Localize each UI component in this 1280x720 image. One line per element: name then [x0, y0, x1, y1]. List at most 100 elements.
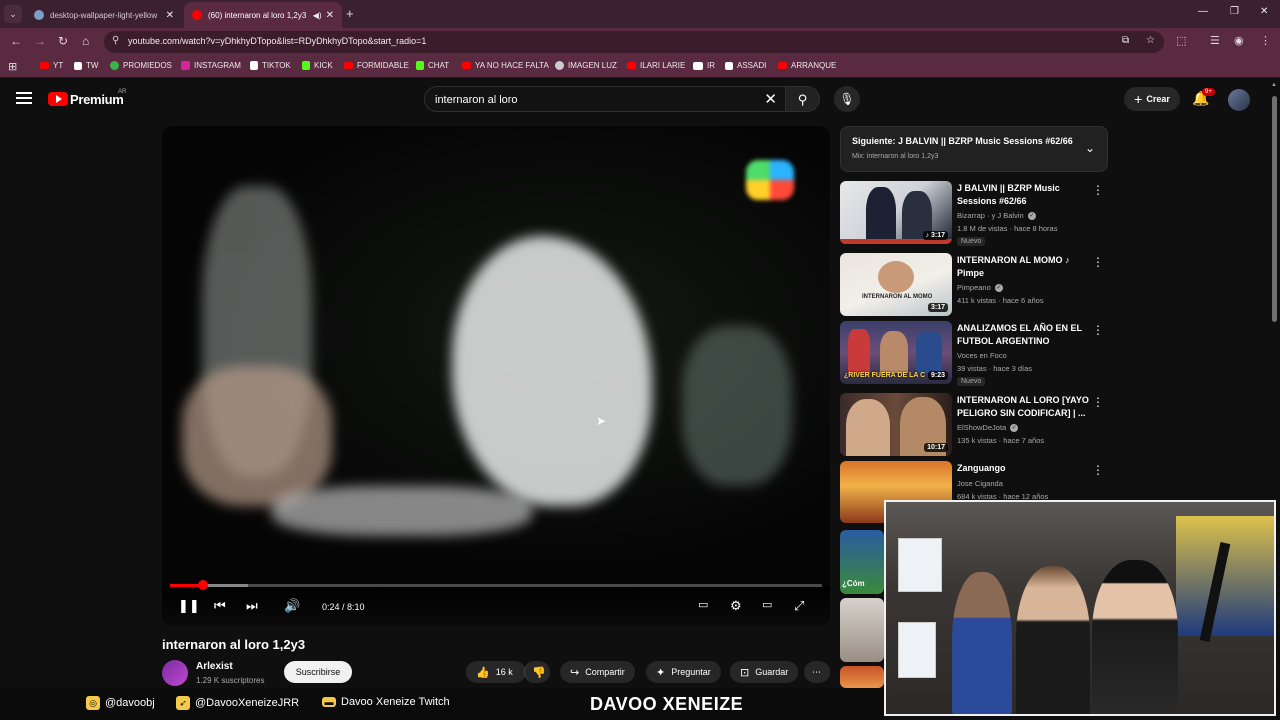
browser-menu-icon[interactable]: ⋮ [1260, 34, 1271, 47]
subtitles-icon[interactable]: ▭ [698, 598, 708, 611]
bookmark-tw[interactable]: TW [74, 61, 98, 70]
profile-icon[interactable]: ◉ [1234, 34, 1244, 47]
channel-avatar[interactable] [162, 660, 188, 686]
video-player[interactable]: ❚❚ ⏮ ⏭ 🔊 0:24 / 8:10 ▭ ⚙ ▭ ⤢ ➤ [162, 126, 830, 626]
up-next-panel[interactable]: Siguiente: J BALVIN || BZRP Music Sessio… [840, 126, 1108, 172]
site-info-icon[interactable]: ⚲ [112, 35, 119, 46]
recommendation-title[interactable]: J BALVIN || BZRP Music Sessions #62/66 [957, 182, 1093, 208]
bookmark-ilari-larie[interactable]: ILARI LARIE [627, 61, 685, 70]
bookmark-instagram[interactable]: INSTAGRAM [181, 61, 241, 70]
scrollbar-thumb[interactable] [1272, 96, 1277, 322]
recommendation-item[interactable]: ♪ 3:17 J BALVIN || BZRP Music Sessions #… [840, 181, 1108, 247]
recommendation-item[interactable]: ¿RIVER FUERA DE LA C 9:23 ANALIZAMOS EL … [840, 321, 1108, 387]
search-query[interactable]: internaron al loro [435, 94, 518, 106]
recommendation-title[interactable]: ANALIZAMOS EL AÑO EN EL FUTBOL ARGENTINO… [957, 322, 1093, 348]
theater-mode-icon[interactable]: ▭ [762, 598, 772, 611]
video-thumbnail[interactable]: 10:17 [840, 393, 952, 456]
more-actions-button[interactable]: ⋯ [804, 661, 830, 683]
video-thumbnail[interactable] [840, 666, 884, 688]
channel-name[interactable]: Arlexist [196, 661, 233, 672]
cast-icon[interactable]: ⧉ [1122, 35, 1129, 46]
browser-tab[interactable]: desktop-wallpaper-light-yellow ✕ [26, 2, 182, 28]
reading-list-icon[interactable]: ☰ [1210, 34, 1220, 47]
ask-button[interactable]: ✦ Preguntar [646, 661, 721, 683]
bookmark-kick[interactable]: KICK [302, 61, 333, 70]
share-button[interactable]: ↪ Compartir [560, 661, 635, 683]
previous-icon[interactable]: ⏮ [214, 598, 226, 614]
minimize-icon[interactable]: — [1198, 6, 1208, 17]
recommendation-title[interactable]: Zanguango [957, 462, 1093, 475]
search-input[interactable]: internaron al loro ✕ [424, 86, 786, 112]
scrubber-handle[interactable] [197, 580, 208, 590]
back-icon[interactable]: ← [10, 34, 22, 48]
recommendation-item[interactable]: INTERNARON AL MOMO 3:17 INTERNARON AL MO… [840, 253, 1108, 319]
recommendation-channel[interactable]: Jose Ciganda [957, 479, 1003, 488]
youtube-logo-icon[interactable] [48, 92, 68, 106]
restore-icon[interactable]: ❐ [1230, 6, 1239, 17]
bookmark-ir[interactable]: IR [693, 61, 715, 70]
bookmark-chat[interactable]: CHAT [416, 61, 449, 70]
create-button[interactable]: + Crear [1124, 87, 1180, 111]
bookmark-star-icon[interactable]: ☆ [1146, 35, 1155, 46]
bookmark-imagen-luz[interactable]: IMAGEN LUZ [555, 61, 617, 70]
recommendation-channel[interactable]: Voces en Foco [957, 351, 1007, 360]
forward-icon[interactable]: → [34, 34, 46, 48]
bookmark-tiktok[interactable]: TIKTOK [250, 61, 291, 70]
reload-icon[interactable]: ↻ [58, 34, 68, 48]
settings-gear-icon[interactable]: ⚙ [730, 598, 742, 614]
url-text[interactable]: youtube.com/watch?v=yDhkhyDTopo&list=RDy… [128, 36, 426, 46]
bookmark-assadi[interactable]: ASSADI [725, 61, 766, 70]
account-avatar[interactable] [1228, 89, 1250, 111]
speaker-icon[interactable]: ◀) [313, 11, 322, 20]
recommendation-title[interactable]: INTERNARON AL MOMO ♪ Pimpe [957, 254, 1093, 280]
recommendation-channel[interactable]: Pimpeano ✓ [957, 283, 1003, 293]
bookmark-formidable[interactable]: FORMIDABLE [344, 61, 409, 70]
chevron-down-icon[interactable]: ⌄ [1085, 141, 1095, 155]
bookmark-ya-no-hace-falta[interactable]: YA NO HACE FALTA [462, 61, 549, 70]
search-button[interactable]: ⚲ [786, 86, 820, 112]
extensions-icon[interactable]: ⬚ [1176, 34, 1186, 47]
tab-search-icon[interactable]: ⌄ [4, 5, 22, 23]
pause-icon[interactable]: ❚❚ [178, 598, 200, 614]
close-window-icon[interactable]: ✕ [1260, 6, 1268, 17]
bookmark-promiedos[interactable]: PROMIEDOS [110, 61, 172, 70]
more-vertical-icon[interactable]: ⋮ [1092, 183, 1104, 197]
address-bar[interactable]: ⚲ youtube.com/watch?v=yDhkhyDTopo&list=R… [104, 31, 1164, 53]
recommendation-item[interactable]: 10:17 INTERNARON AL LORO [YAYO PELIGRO S… [840, 393, 1108, 459]
new-tab-icon[interactable]: + [346, 6, 354, 21]
bookmark-yt[interactable]: YT [40, 61, 63, 70]
fullscreen-icon[interactable]: ⤢ [794, 598, 804, 614]
recommendation-title[interactable]: INTERNARON AL LORO [YAYO PELIGRO SIN COD… [957, 394, 1093, 420]
more-vertical-icon[interactable]: ⋮ [1092, 255, 1104, 269]
video-thumbnail[interactable]: INTERNARON AL MOMO 3:17 [840, 253, 952, 316]
close-tab-icon[interactable]: ✕ [166, 10, 174, 21]
scroll-up-arrow-icon[interactable]: ▲ [1271, 82, 1277, 88]
video-thumbnail[interactable]: ♪ 3:17 [840, 181, 952, 244]
apps-grid-icon[interactable]: ⊞ [8, 60, 17, 73]
dislike-button[interactable]: 👎 [524, 661, 550, 683]
home-icon[interactable]: ⌂ [82, 34, 89, 48]
video-thumbnail[interactable]: ¿Cóm [840, 530, 884, 594]
save-button[interactable]: ⊡ Guardar [730, 661, 799, 683]
voice-search-button[interactable]: 🎙 [834, 86, 860, 112]
video-thumbnail[interactable]: ¿RIVER FUERA DE LA C 9:23 [840, 321, 952, 384]
hamburger-menu-icon[interactable] [16, 92, 32, 104]
browser-tab-active[interactable]: (60) internaron al loro 1,2y3 ◀) ✕ [184, 2, 342, 28]
like-button[interactable]: 👍 16 k [466, 661, 526, 683]
volume-icon[interactable]: 🔊 [284, 598, 300, 614]
recommendation-channel[interactable]: Bizarrap · y J Balvin ✓ [957, 211, 1036, 221]
more-vertical-icon[interactable]: ⋮ [1092, 395, 1104, 409]
video-frame[interactable] [162, 126, 830, 586]
more-vertical-icon[interactable]: ⋮ [1092, 323, 1104, 337]
more-vertical-icon[interactable]: ⋮ [1092, 463, 1104, 477]
subscribe-button[interactable]: Suscribirse [284, 661, 352, 683]
close-tab-icon[interactable]: ✕ [326, 10, 334, 21]
progress-bar[interactable] [170, 580, 822, 590]
clear-search-icon[interactable]: ✕ [764, 90, 777, 108]
instagram-icon: ◎ [86, 696, 100, 710]
recommendation-channel[interactable]: ElShowDeJota ✓ [957, 423, 1019, 433]
video-thumbnail[interactable] [840, 598, 884, 662]
next-icon[interactable]: ⏭ [246, 598, 258, 614]
youtube-premium-logo[interactable]: Premium [70, 92, 124, 107]
bookmark-arranque[interactable]: ARRANQUE [778, 61, 836, 70]
